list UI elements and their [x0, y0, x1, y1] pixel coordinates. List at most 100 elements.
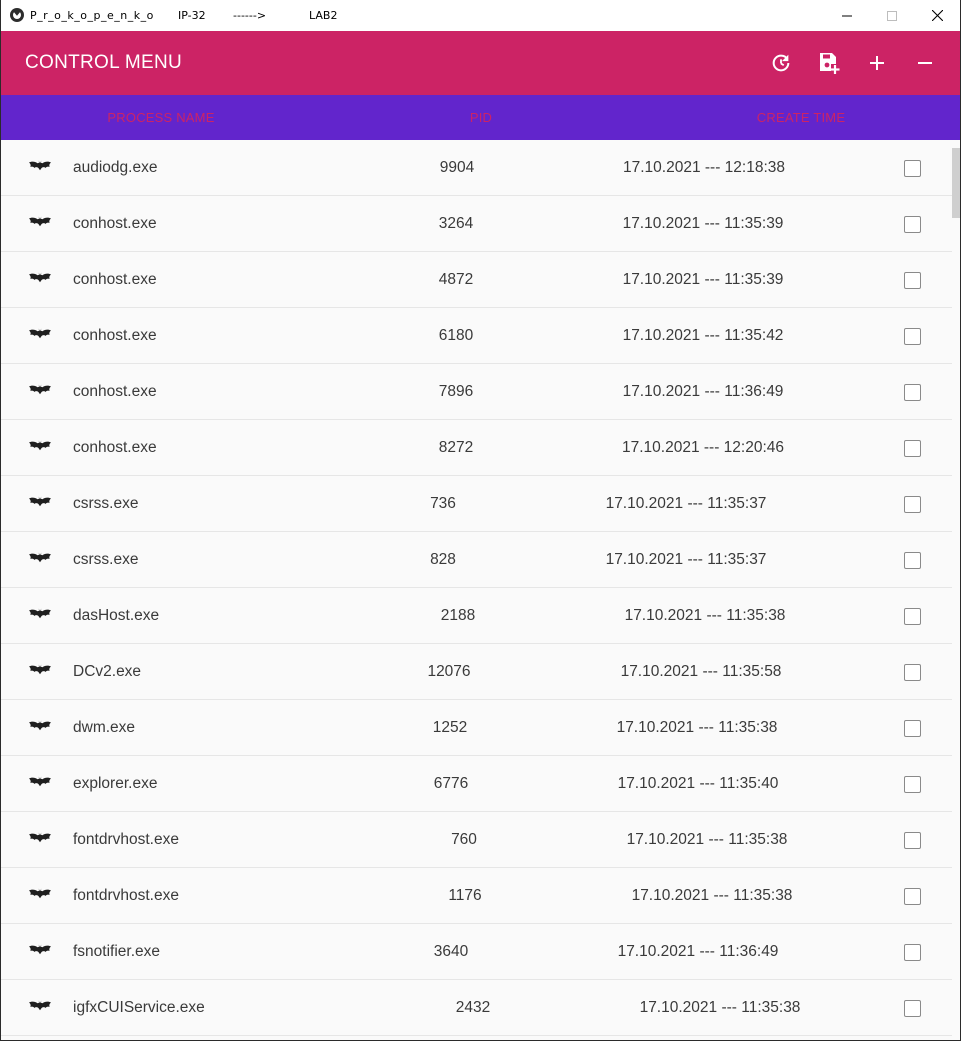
row-checkbox[interactable] [904, 664, 921, 681]
pid-cell: 8272 [438, 439, 474, 456]
maximize-button[interactable] [869, 0, 915, 31]
pid-cell: 9904 [439, 159, 475, 176]
title-bar[interactable]: P_r_o_k_o_p_e_n_k_o IP-32 ------> LAB2 [1, 0, 960, 31]
create-time-cell: 17.10.2021 --- 11:35:39 [622, 215, 784, 232]
pid-cell: 7896 [438, 383, 474, 400]
table-row[interactable]: fsnotifier.exe 3640 17.10.2021 --- 11:36:4… [1, 924, 952, 980]
save-add-button[interactable] [809, 43, 849, 83]
minimize-button[interactable] [824, 0, 870, 31]
pid-cell: 1176 [448, 887, 482, 904]
row-checkbox[interactable] [904, 552, 921, 569]
refresh-button[interactable] [761, 43, 801, 83]
bat-icon [29, 1000, 51, 1011]
window-title-name: P_r_o_k_o_p_e_n_k_o [30, 9, 154, 22]
row-checkbox[interactable] [904, 328, 921, 345]
pid-cell: 3264 [438, 215, 474, 232]
row-checkbox[interactable] [904, 944, 921, 961]
save-add-icon [820, 53, 840, 74]
create-time-cell: 17.10.2021 --- 11:35:37 [605, 495, 767, 512]
table-row[interactable]: fontdrvhost.exe 760 17.10.2021 --- 11:35:3… [1, 812, 952, 868]
table-row[interactable]: explorer.exe 6776 17.10.2021 --- 11:35:40 [1, 756, 952, 812]
window-title-arrow: ------> [233, 9, 267, 22]
process-name-cell: dwm.exe [73, 719, 136, 736]
row-checkbox[interactable] [904, 216, 921, 233]
pid-cell: 2432 [455, 999, 491, 1016]
row-checkbox[interactable] [904, 608, 921, 625]
pid-cell: 6776 [433, 775, 469, 792]
row-checkbox[interactable] [904, 272, 921, 289]
pid-cell: 760 [451, 831, 477, 848]
table-row[interactable]: dasHost.exe 2188 17.10.2021 --- 11:35:38 [1, 588, 952, 644]
create-time-cell: 17.10.2021 --- 11:36:49 [617, 943, 779, 960]
create-time-cell: 17.10.2021 --- 11:35:37 [605, 551, 767, 568]
create-time-cell: 17.10.2021 --- 11:35:38 [624, 607, 786, 624]
create-time-cell: 17.10.2021 --- 11:35:40 [617, 775, 779, 792]
process-name-cell: conhost.exe [73, 271, 157, 288]
bat-icon [29, 160, 51, 171]
table-row[interactable]: audiodg.exe 9904 17.10.2021 --- 12:18:38 [1, 140, 952, 196]
table-row[interactable]: csrss.exe 828 17.10.2021 --- 11:35:37 [1, 532, 952, 588]
process-name-cell: explorer.exe [73, 775, 158, 792]
bat-icon [29, 384, 51, 395]
bat-icon [29, 216, 51, 227]
pid-cell: 828 [430, 551, 456, 568]
pid-cell: 3640 [433, 943, 469, 960]
pid-cell: 2188 [440, 607, 476, 624]
table-row[interactable]: csrss.exe 736 17.10.2021 --- 11:35:37 [1, 476, 952, 532]
row-checkbox[interactable] [904, 888, 921, 905]
bat-icon [29, 496, 51, 507]
scrollbar[interactable] [952, 148, 960, 218]
app-window: P_r_o_k_o_p_e_n_k_o IP-32 ------> LAB2 C… [0, 0, 961, 1041]
add-button[interactable] [857, 43, 897, 83]
close-icon [931, 10, 943, 21]
process-name-cell: conhost.exe [73, 215, 157, 232]
app-logo-icon [10, 8, 24, 22]
header-process-name[interactable]: PROCESS NAME [107, 110, 214, 125]
row-checkbox[interactable] [904, 720, 921, 737]
bat-icon [29, 664, 51, 675]
row-checkbox[interactable] [904, 1000, 921, 1017]
create-time-cell: 17.10.2021 --- 12:20:46 [621, 439, 785, 456]
row-checkbox[interactable] [904, 496, 921, 513]
process-name-cell: dasHost.exe [73, 607, 160, 624]
maximize-icon [887, 10, 897, 21]
bat-icon [29, 552, 51, 563]
pid-cell: 1252 [432, 719, 468, 736]
table-row[interactable]: conhost.exe 3264 17.10.2021 --- 11:35:39 [1, 196, 952, 252]
window-title-group: IP-32 [178, 9, 206, 22]
header-pid[interactable]: PID [470, 110, 492, 125]
row-checkbox[interactable] [904, 160, 921, 177]
minimize-icon [842, 15, 852, 16]
create-time-cell: 17.10.2021 --- 12:18:38 [622, 159, 786, 176]
bat-icon [29, 944, 51, 955]
table-row[interactable]: DCv2.exe 12076 17.10.2021 --- 11:35:58 [1, 644, 952, 700]
create-time-cell: 17.10.2021 --- 11:35:38 [626, 831, 788, 848]
table-row[interactable]: conhost.exe 7896 17.10.2021 --- 11:36:49 [1, 364, 952, 420]
app-bar: CONTROL MENU [1, 31, 960, 95]
window-title-lab: LAB2 [309, 9, 338, 22]
table-row[interactable]: conhost.exe 4872 17.10.2021 --- 11:35:39 [1, 252, 952, 308]
close-button[interactable] [914, 0, 960, 31]
row-checkbox[interactable] [904, 384, 921, 401]
table-row[interactable]: dwm.exe 1252 17.10.2021 --- 11:35:38 [1, 700, 952, 756]
create-time-cell: 17.10.2021 --- 11:35:38 [616, 719, 778, 736]
pid-cell: 4872 [438, 271, 474, 288]
header-create-time[interactable]: CREATE TIME [757, 110, 845, 125]
app-bar-title: CONTROL MENU [25, 52, 183, 73]
process-name-cell: fontdrvhost.exe [73, 887, 179, 904]
process-name-cell: igfxCUIService.exe [73, 999, 205, 1016]
row-checkbox[interactable] [904, 832, 921, 849]
remove-button[interactable] [905, 43, 945, 83]
plus-icon [870, 56, 884, 70]
table-row[interactable]: fontdrvhost.exe 1176 17.10.2021 --- 11:35:… [1, 868, 952, 924]
create-time-cell: 17.10.2021 --- 11:35:42 [622, 327, 784, 344]
bat-icon [29, 328, 51, 339]
bat-icon [29, 440, 51, 451]
table-row[interactable]: igfxCUIService.exe 2432 17.10.2021 --- 11:… [1, 980, 952, 1036]
table-row[interactable]: conhost.exe 6180 17.10.2021 --- 11:35:42 [1, 308, 952, 364]
row-checkbox[interactable] [904, 440, 921, 457]
table-row[interactable]: conhost.exe 8272 17.10.2021 --- 12:20:46 [1, 420, 952, 476]
create-time-cell: 17.10.2021 --- 11:36:49 [622, 383, 784, 400]
row-checkbox[interactable] [904, 776, 921, 793]
create-time-cell: 17.10.2021 --- 11:35:38 [631, 887, 793, 904]
